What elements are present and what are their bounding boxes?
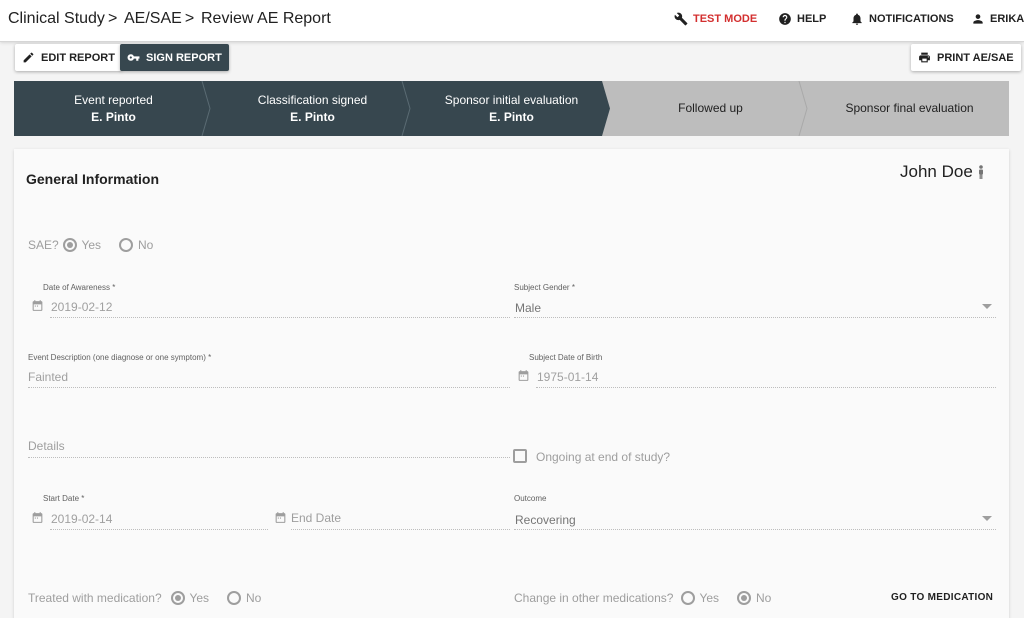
sae-question: SAE? bbox=[28, 238, 59, 252]
calendar-icon[interactable] bbox=[31, 511, 44, 524]
help-button[interactable]: HELP bbox=[778, 12, 826, 26]
person-standing-icon bbox=[978, 165, 983, 179]
dob-underline bbox=[536, 387, 996, 388]
start-date-underline bbox=[50, 529, 268, 530]
go-to-medication-button[interactable]: GO TO MEDICATION bbox=[891, 592, 993, 603]
notifications-button[interactable]: NOTIFICATIONS bbox=[850, 12, 954, 26]
step-event-reported: Event reported E. Pinto bbox=[74, 92, 153, 124]
change-meds-radio-group: Yes No bbox=[681, 589, 771, 607]
calendar-icon[interactable] bbox=[274, 511, 287, 524]
outcome-label: Outcome bbox=[514, 494, 547, 503]
user-name: ERIKA bbox=[990, 13, 1024, 25]
dob-label: Subject Date of Birth bbox=[529, 353, 603, 362]
outcome-select[interactable]: Recovering bbox=[515, 513, 576, 527]
step-classification-signed: Classification signed E. Pinto bbox=[257, 92, 368, 124]
print-label: PRINT AE/SAE bbox=[937, 51, 1014, 64]
details-field[interactable]: Details bbox=[28, 439, 65, 453]
date-awareness-label: Date of Awareness * bbox=[43, 283, 116, 292]
user-menu-button[interactable]: ERIKA bbox=[971, 12, 1024, 26]
treated-yes-option[interactable]: Yes bbox=[171, 589, 209, 606]
print-ae-sae-button[interactable]: PRINT AE/SAE bbox=[911, 44, 1021, 71]
test-mode-button[interactable]: TEST MODE bbox=[674, 12, 757, 26]
radio-yes-selected[interactable] bbox=[171, 590, 185, 605]
ongoing-checkbox[interactable] bbox=[513, 449, 527, 463]
start-date-field[interactable]: 2019-02-14 bbox=[51, 512, 112, 526]
edit-report-label: EDIT REPORT bbox=[41, 51, 115, 64]
breadcrumb-ae-sae[interactable]: AE/SAE > bbox=[124, 10, 194, 28]
help-icon bbox=[779, 13, 791, 25]
change-meds-no-option[interactable]: No bbox=[737, 589, 771, 606]
calendar-icon[interactable] bbox=[31, 299, 44, 312]
gender-label: Subject Gender * bbox=[514, 283, 575, 292]
event-description-label: Event Description (one diagnose or one s… bbox=[28, 353, 212, 362]
dob-field[interactable]: 1975-01-14 bbox=[537, 370, 598, 384]
calendar-icon[interactable] bbox=[517, 369, 530, 382]
radio-no-selected[interactable] bbox=[737, 590, 752, 605]
treated-question: Treated with medication? bbox=[28, 591, 162, 605]
step-followed-up: Followed up bbox=[678, 101, 743, 115]
printer-icon bbox=[919, 52, 930, 63]
key-icon bbox=[127, 54, 140, 61]
person-icon bbox=[973, 14, 983, 24]
gender-select[interactable]: Male bbox=[515, 301, 541, 315]
card-title: General Information bbox=[26, 171, 160, 187]
gender-underline bbox=[514, 317, 996, 318]
chevron-down-icon[interactable] bbox=[982, 304, 992, 309]
notifications-label: NOTIFICATIONS bbox=[869, 13, 954, 25]
sae-yes-option[interactable]: Yes bbox=[63, 236, 101, 253]
outcome-underline bbox=[514, 529, 996, 530]
general-information-card: General Information John Doe SAE? Yes No… bbox=[14, 149, 1009, 618]
end-date-field[interactable]: End Date bbox=[291, 511, 341, 525]
ongoing-label: Ongoing at end of study? bbox=[536, 450, 671, 464]
date-awareness-field[interactable]: 2019-02-12 bbox=[51, 300, 112, 314]
breadcrumb-clinical-study[interactable]: Clinical Study > bbox=[8, 10, 117, 28]
treated-radio-group: Yes No bbox=[171, 589, 261, 607]
sign-report-label: SIGN REPORT bbox=[146, 51, 222, 64]
bell-icon bbox=[852, 13, 862, 25]
wrench-icon bbox=[674, 12, 688, 26]
radio-yes[interactable] bbox=[681, 590, 695, 605]
details-underline bbox=[28, 457, 510, 458]
start-date-label: Start Date * bbox=[43, 494, 85, 503]
sign-report-button[interactable]: SIGN REPORT bbox=[120, 44, 229, 71]
change-meds-yes-option[interactable]: Yes bbox=[681, 589, 719, 606]
step-sponsor-final-evaluation: Sponsor final evaluation bbox=[845, 101, 974, 115]
patient-name: John Doe bbox=[900, 162, 985, 182]
sae-radio-group: Yes No bbox=[63, 236, 153, 254]
workflow-stepper: Event reported E. Pinto Classification s… bbox=[14, 81, 1009, 136]
event-description-underline bbox=[28, 387, 510, 388]
test-mode-label: TEST MODE bbox=[693, 13, 758, 25]
edit-report-button[interactable]: EDIT REPORT bbox=[15, 44, 122, 71]
end-date-underline bbox=[291, 529, 510, 530]
help-label: HELP bbox=[797, 13, 827, 25]
event-description-field[interactable]: Fainted bbox=[28, 370, 68, 384]
top-app-bar: Clinical Study > AE/SAE > Review AE Report… bbox=[0, 0, 1024, 42]
radio-yes-selected[interactable] bbox=[63, 237, 77, 252]
date-awareness-underline bbox=[50, 317, 510, 318]
treated-no-option[interactable]: No bbox=[227, 589, 261, 606]
pencil-icon bbox=[23, 52, 34, 63]
radio-no[interactable] bbox=[119, 237, 134, 252]
chevron-down-icon[interactable] bbox=[982, 516, 992, 521]
radio-no[interactable] bbox=[227, 590, 242, 605]
sae-no-option[interactable]: No bbox=[119, 236, 153, 253]
breadcrumb-current: Review AE Report bbox=[201, 10, 331, 27]
step-sponsor-initial-evaluation: Sponsor initial evaluation E. Pinto bbox=[444, 92, 579, 124]
change-meds-question: Change in other medications? bbox=[514, 591, 674, 605]
